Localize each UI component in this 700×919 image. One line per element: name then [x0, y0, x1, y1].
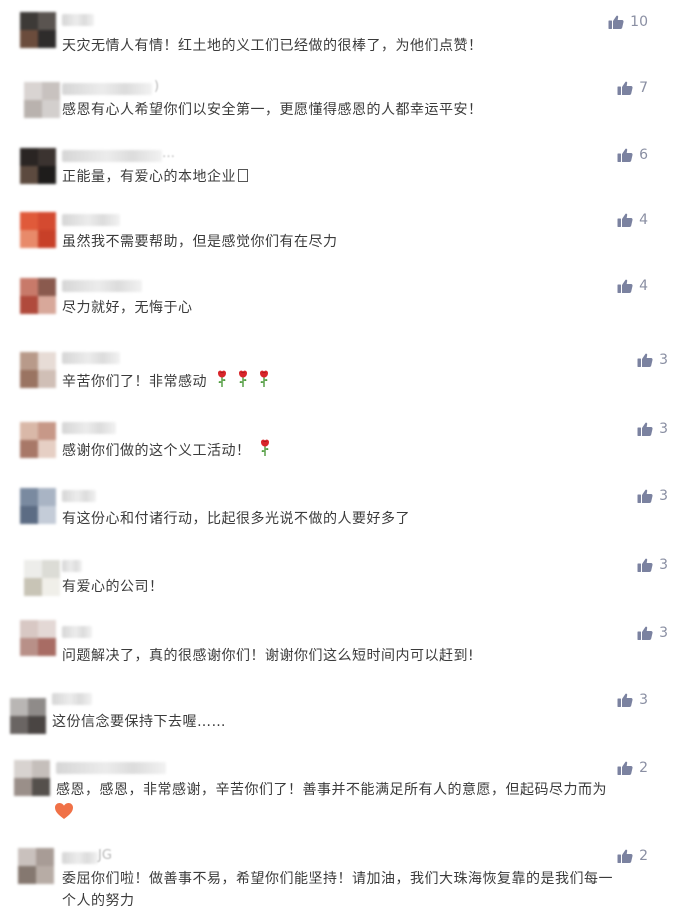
like-button[interactable]: 3 [637, 557, 668, 573]
commenter-name[interactable] [62, 352, 120, 364]
comment-text-line-1: 委屈你们啦！做善事不易，希望你们能坚持！请加油，我们大珠海恢复靠的是我们每一 [62, 871, 613, 887]
commenter-name[interactable] [52, 693, 92, 705]
comment-text: 这份信念要保持下去喔…… [52, 714, 226, 730]
orange-heart-icon [54, 802, 74, 820]
thumbs-up-icon [637, 488, 653, 504]
comment-text: 虽然我不需要帮助，但是感觉你们有在尽力 [62, 234, 338, 250]
like-count: 4 [639, 278, 648, 294]
comment-text-content: 感谢你们做的这个义工活动！ [62, 443, 251, 459]
avatar[interactable] [10, 698, 46, 734]
thumbs-up-icon [617, 692, 633, 708]
like-button[interactable]: 3 [617, 692, 648, 708]
like-count: 7 [639, 80, 648, 96]
comment-text: 正能量，有爱心的本地企业 [62, 165, 248, 189]
like-button[interactable]: 4 [617, 212, 648, 228]
commenter-name[interactable] [62, 626, 92, 638]
like-count: 10 [630, 14, 648, 30]
avatar[interactable] [24, 82, 60, 118]
avatar[interactable] [20, 12, 56, 48]
avatar[interactable] [20, 488, 56, 524]
thumbs-up-icon [617, 147, 633, 163]
thumbs-up-icon [637, 557, 653, 573]
comment-text: 问题解决了，真的很感谢你们！谢谢你们这么短时间内可以赶到! [62, 648, 475, 664]
comment-text: 感谢你们做的这个义工活动！ [62, 439, 271, 463]
comment-text: 感恩有心人希望你们以安全第一，更愿懂得感恩的人都幸运平安！ [62, 102, 483, 118]
missing-glyph-icon [238, 169, 248, 182]
like-count: 3 [659, 557, 668, 573]
like-button[interactable]: 4 [617, 278, 648, 294]
like-count: 3 [639, 692, 648, 708]
comment-text: 有这份心和付诸行动，比起很多光说不做的人要好多了 [62, 511, 410, 527]
thumbs-up-icon [617, 278, 633, 294]
avatar[interactable] [20, 148, 56, 184]
comment-text-line-2: 个人的努力 [62, 893, 135, 909]
thumbs-up-icon [617, 80, 633, 96]
comment-text: 天灾无情人有情！红土地的义工们已经做的很棒了，为他们点赞！ [62, 38, 483, 54]
like-count: 3 [659, 488, 668, 504]
rose-icon [237, 370, 249, 388]
commenter-name[interactable] [62, 214, 120, 226]
thumbs-up-icon [637, 625, 653, 641]
comment-text: 辛苦你们了！非常感动 [62, 370, 270, 394]
like-count: 2 [639, 848, 648, 864]
thumbs-up-icon [608, 14, 624, 30]
commenter-name-suffix: … [162, 146, 175, 161]
comment-text: 有爱心的公司！ [62, 579, 164, 595]
like-button[interactable]: 3 [637, 625, 668, 641]
comment-text: 感恩，感恩，非常感谢，辛苦你们了！善事并不能满足所有人的意愿，但起码尽力而为 [56, 782, 607, 798]
comment-text-content: 辛苦你们了！非常感动 [62, 374, 207, 390]
avatar[interactable] [20, 278, 56, 314]
avatar[interactable] [14, 760, 50, 796]
like-button[interactable]: 10 [608, 14, 648, 30]
commenter-name[interactable] [62, 560, 82, 572]
commenter-name[interactable] [62, 83, 152, 95]
commenter-name[interactable] [62, 490, 96, 502]
commenter-name[interactable] [62, 422, 116, 434]
comment-text: 尽力就好，无悔于心 [62, 300, 193, 316]
avatar[interactable] [18, 848, 54, 884]
like-button[interactable]: 3 [637, 488, 668, 504]
like-button[interactable]: 6 [617, 147, 648, 163]
rose-icon [258, 370, 270, 388]
like-count: 4 [639, 212, 648, 228]
thumbs-up-icon [617, 760, 633, 776]
commenter-name-suffix: JG [98, 848, 112, 863]
avatar[interactable] [24, 560, 60, 596]
like-button[interactable]: 2 [617, 760, 648, 776]
commenter-name[interactable] [56, 762, 166, 774]
avatar[interactable] [20, 352, 56, 388]
rose-icon [216, 370, 228, 388]
commenter-name[interactable] [62, 852, 98, 864]
rose-icon [259, 439, 271, 457]
commenter-name[interactable] [62, 280, 142, 292]
thumbs-up-icon [617, 212, 633, 228]
avatar[interactable] [20, 620, 56, 656]
like-count: 3 [659, 421, 668, 437]
like-count: 6 [639, 147, 648, 163]
commenter-name[interactable] [62, 14, 94, 26]
commenter-name-suffix: ) [154, 79, 160, 94]
thumbs-up-icon [637, 352, 653, 368]
thumbs-up-icon [617, 848, 633, 864]
like-button[interactable]: 7 [617, 80, 648, 96]
avatar[interactable] [20, 422, 56, 458]
like-button[interactable]: 3 [637, 352, 668, 368]
like-count: 2 [639, 760, 648, 776]
like-button[interactable]: 3 [637, 421, 668, 437]
commenter-name[interactable] [62, 150, 162, 162]
like-count: 3 [659, 352, 668, 368]
thumbs-up-icon [637, 421, 653, 437]
like-count: 3 [659, 625, 668, 641]
avatar[interactable] [20, 212, 56, 248]
like-button[interactable]: 2 [617, 848, 648, 864]
comment-text-content: 正能量，有爱心的本地企业 [62, 169, 236, 185]
